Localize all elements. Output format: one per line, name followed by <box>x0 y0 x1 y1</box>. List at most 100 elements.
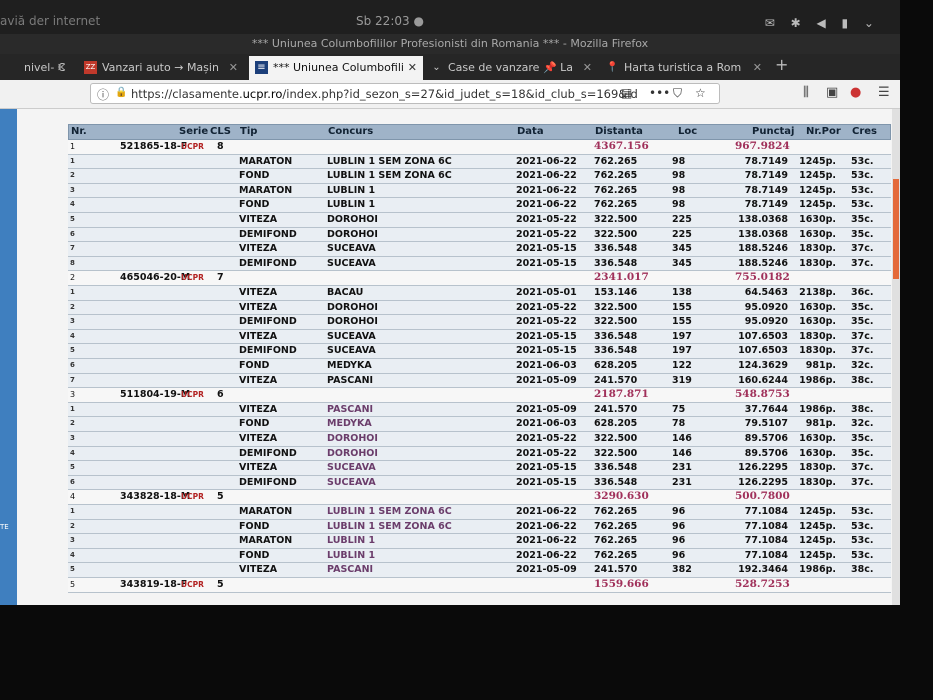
tab-1[interactable]: ZZ Vanzari auto → Mașin ✕ <box>78 56 244 80</box>
group-score-total: 528.7253 <box>735 578 790 590</box>
info-icon[interactable]: ⓘ <box>97 86 109 103</box>
lock-icon[interactable]: 🔒 <box>115 87 127 98</box>
table-row[interactable]: 3 MARATON LUBLIN 1 2021-06-22 762.265 98 78.71… <box>68 183 891 199</box>
cell-data: 2021-05-09 <box>516 403 577 415</box>
table-row[interactable]: 1 MARATON LUBLIN 1 SEM ZONA 6C 2021-06-22 76… <box>68 505 891 520</box>
close-tab-icon[interactable]: ✕ <box>57 56 66 80</box>
web-page: TE Nr. Serie CLS Tip Concurs Data Distan… <box>0 109 900 605</box>
extension-icon[interactable]: ● <box>850 85 861 100</box>
group-distance-total: 2187.871 <box>594 388 649 401</box>
screen: aviă der internet Sb 22:03 ● ✉ ✱ ◀ ▮ ⌄ *… <box>0 0 900 605</box>
cell-concurs: PASCANI <box>327 564 374 576</box>
cell-punctaj: 138.0368 <box>738 228 788 240</box>
cell-nrpor: 1830p. <box>799 345 836 357</box>
cell-nrpor: 1630p. <box>799 228 836 240</box>
cell-data: 2021-06-03 <box>516 418 577 430</box>
table-row[interactable]: 4 DEMIFOND DOROHOI 2021-05-22 322.500 146 89.5… <box>68 446 891 462</box>
tab-label: Vanzari auto → Mașin <box>102 61 219 74</box>
scrollbar-thumb[interactable] <box>893 179 899 279</box>
table-row[interactable]: 2 FOND LUBLIN 1 SEM ZONA 6C 2021-06-22 762.2… <box>68 169 891 184</box>
cell-punctaj: 188.5246 <box>738 243 788 255</box>
table-row[interactable]: 2 FOND LUBLIN 1 SEM ZONA 6C 2021-06-22 762.2… <box>68 519 891 535</box>
group-row[interactable]: 5 343819-18-F UCPR 5 1559.666 528.7253 <box>68 578 891 593</box>
table-row[interactable]: 8 DEMIFOND SUCEAVA 2021-05-15 336.548 345 188.… <box>68 256 891 272</box>
table-row[interactable]: 4 VITEZA SUCEAVA 2021-05-15 336.548 197 107.65… <box>68 329 891 345</box>
reader-view-icon[interactable]: ▤ <box>621 86 632 100</box>
cell-tip: MARATON <box>239 506 293 517</box>
cell-cres: 35c. <box>851 214 874 225</box>
cell-loc: 98 <box>672 170 686 182</box>
url-bar[interactable]: ⓘ 🔒 https://clasamente.ucpr.ro/index.php… <box>90 83 720 104</box>
table-row[interactable]: 3 DEMIFOND DOROHOI 2021-05-22 322.500 155 95.0… <box>68 315 891 330</box>
library-icon[interactable]: ⫼ <box>803 85 809 100</box>
cell-punctaj: 126.2295 <box>738 462 788 474</box>
row-index-marker: 4 <box>70 550 75 559</box>
bookmark-star-icon[interactable]: ☆ <box>695 86 706 100</box>
system-clock[interactable]: Sb 22:03 ● <box>356 14 424 28</box>
table-row[interactable]: 6 FOND MEDYKA 2021-06-03 628.205 122 124.3629 9… <box>68 359 891 374</box>
close-tab-icon[interactable]: ✕ <box>583 56 592 80</box>
close-tab-icon[interactable]: ✕ <box>408 56 417 80</box>
group-serie: 343828-18-M <box>120 491 191 503</box>
cell-punctaj: 78.7149 <box>744 155 788 167</box>
cell-loc: 96 <box>672 506 686 517</box>
menu-icon[interactable]: ☰ <box>878 85 890 100</box>
table-row[interactable]: 1 VITEZA PASCANI 2021-05-09 241.570 75 37.7644… <box>68 402 891 418</box>
table-row[interactable]: 5 DEMIFOND SUCEAVA 2021-05-15 336.548 197 107.… <box>68 344 891 359</box>
table-row[interactable]: 3 MARATON LUBLIN 1 2021-06-22 762.265 96 77.10… <box>68 534 891 549</box>
cell-punctaj: 77.1084 <box>744 535 788 547</box>
group-serie: 511804-19-M <box>120 389 191 401</box>
cell-punctaj: 138.0368 <box>738 214 788 225</box>
cell-nrpor: 1630p. <box>799 316 836 328</box>
group-row[interactable]: 2 465046-20-M UCPR 7 2341.017 755.0182 <box>68 271 891 286</box>
tab-3[interactable]: ⌄ Case de vanzare 📌 La ✕ <box>424 56 598 80</box>
table-row[interactable]: 5 VITEZA PASCANI 2021-05-09 241.570 382 192.34… <box>68 563 891 578</box>
url-text[interactable]: https://clasamente.ucpr.ro/index.php?id_… <box>131 87 638 101</box>
cell-nrpor: 2138p. <box>799 287 836 298</box>
table-row[interactable]: 5 VITEZA SUCEAVA 2021-05-15 336.548 231 126.22… <box>68 461 891 476</box>
cell-distanta: 762.265 <box>594 535 638 547</box>
new-tab-button[interactable]: + <box>775 55 788 74</box>
table-row[interactable]: 4 FOND LUBLIN 1 2021-06-22 762.265 96 77.1084 1… <box>68 548 891 564</box>
table-row[interactable]: 2 FOND MEDYKA 2021-06-03 628.205 78 79.5107 981… <box>68 417 891 432</box>
cell-data: 2021-05-22 <box>516 301 577 313</box>
table-row[interactable]: 7 VITEZA PASCANI 2021-05-09 241.570 319 160.62… <box>68 373 891 389</box>
table-row[interactable]: 4 FOND LUBLIN 1 2021-06-22 762.265 98 78.7149 1… <box>68 198 891 213</box>
close-tab-icon[interactable]: ✕ <box>753 56 762 80</box>
row-index-marker: 6 <box>70 229 75 238</box>
pocket-icon[interactable]: ⛉ <box>673 86 682 101</box>
close-tab-icon[interactable]: ✕ <box>229 56 238 80</box>
tab-4[interactable]: 📍 Harta turistica a Rom ✕ <box>600 56 768 80</box>
cell-punctaj: 124.3629 <box>738 360 788 371</box>
cell-concurs: LUBLIN 1 <box>327 184 376 196</box>
system-tray-icons[interactable]: ✉ ✱ ◀ ▮ ⌄ <box>765 16 880 30</box>
tab-2-active[interactable]: ≡ *** Uniunea Columbofili ✕ <box>249 56 423 80</box>
cell-loc: 146 <box>672 433 692 444</box>
group-row[interactable]: 4 343828-18-M UCPR 5 3290.630 500.7800 <box>68 490 891 505</box>
cell-nrpor: 1830p. <box>799 330 836 342</box>
table-row[interactable]: 3 VITEZA DOROHOI 2021-05-22 322.500 146 89.570… <box>68 432 891 447</box>
table-row[interactable]: 2 VITEZA DOROHOI 2021-05-22 322.500 155 95.092… <box>68 300 891 316</box>
cell-loc: 98 <box>672 199 686 211</box>
sidebar-icon[interactable]: ▣ <box>826 85 838 100</box>
table-row[interactable]: 1 MARATON LUBLIN 1 SEM ZONA 6C 2021-06-22 76… <box>68 154 891 170</box>
table-row[interactable]: 1 VITEZA BACAU 2021-05-01 153.146 138 64.5463 2… <box>68 286 891 301</box>
table-row[interactable]: 5 VITEZA DOROHOI 2021-05-22 322.500 225 138.03… <box>68 213 891 228</box>
cell-nrpor: 1830p. <box>799 462 836 474</box>
page-actions-icon[interactable]: ••• <box>649 86 670 100</box>
group-nr: 3 <box>70 390 76 400</box>
cell-cres: 35c. <box>851 228 874 240</box>
table-row[interactable]: 7 VITEZA SUCEAVA 2021-05-15 336.548 345 188.52… <box>68 242 891 257</box>
cell-cres: 37c. <box>851 330 874 342</box>
scrollbar[interactable] <box>892 109 900 605</box>
cell-tip: VITEZA <box>239 301 278 313</box>
group-row[interactable]: 3 511804-19-M UCPR 6 2187.871 548.8753 <box>68 388 891 403</box>
cell-concurs: DOROHOI <box>327 214 378 225</box>
cell-cres: 37c. <box>851 243 874 255</box>
table-row[interactable]: 6 DEMIFOND DOROHOI 2021-05-22 322.500 225 138.… <box>68 227 891 243</box>
group-row[interactable]: 1 521865-18-F UCPR 8 4367.156 967.9824 <box>68 140 891 155</box>
tab-0[interactable]: nivel- C ✕ <box>0 56 72 80</box>
table-row[interactable]: 6 DEMIFOND SUCEAVA 2021-05-15 336.548 231 126.… <box>68 475 891 491</box>
row-index-marker: 4 <box>70 200 75 209</box>
cell-loc: 98 <box>672 155 686 167</box>
